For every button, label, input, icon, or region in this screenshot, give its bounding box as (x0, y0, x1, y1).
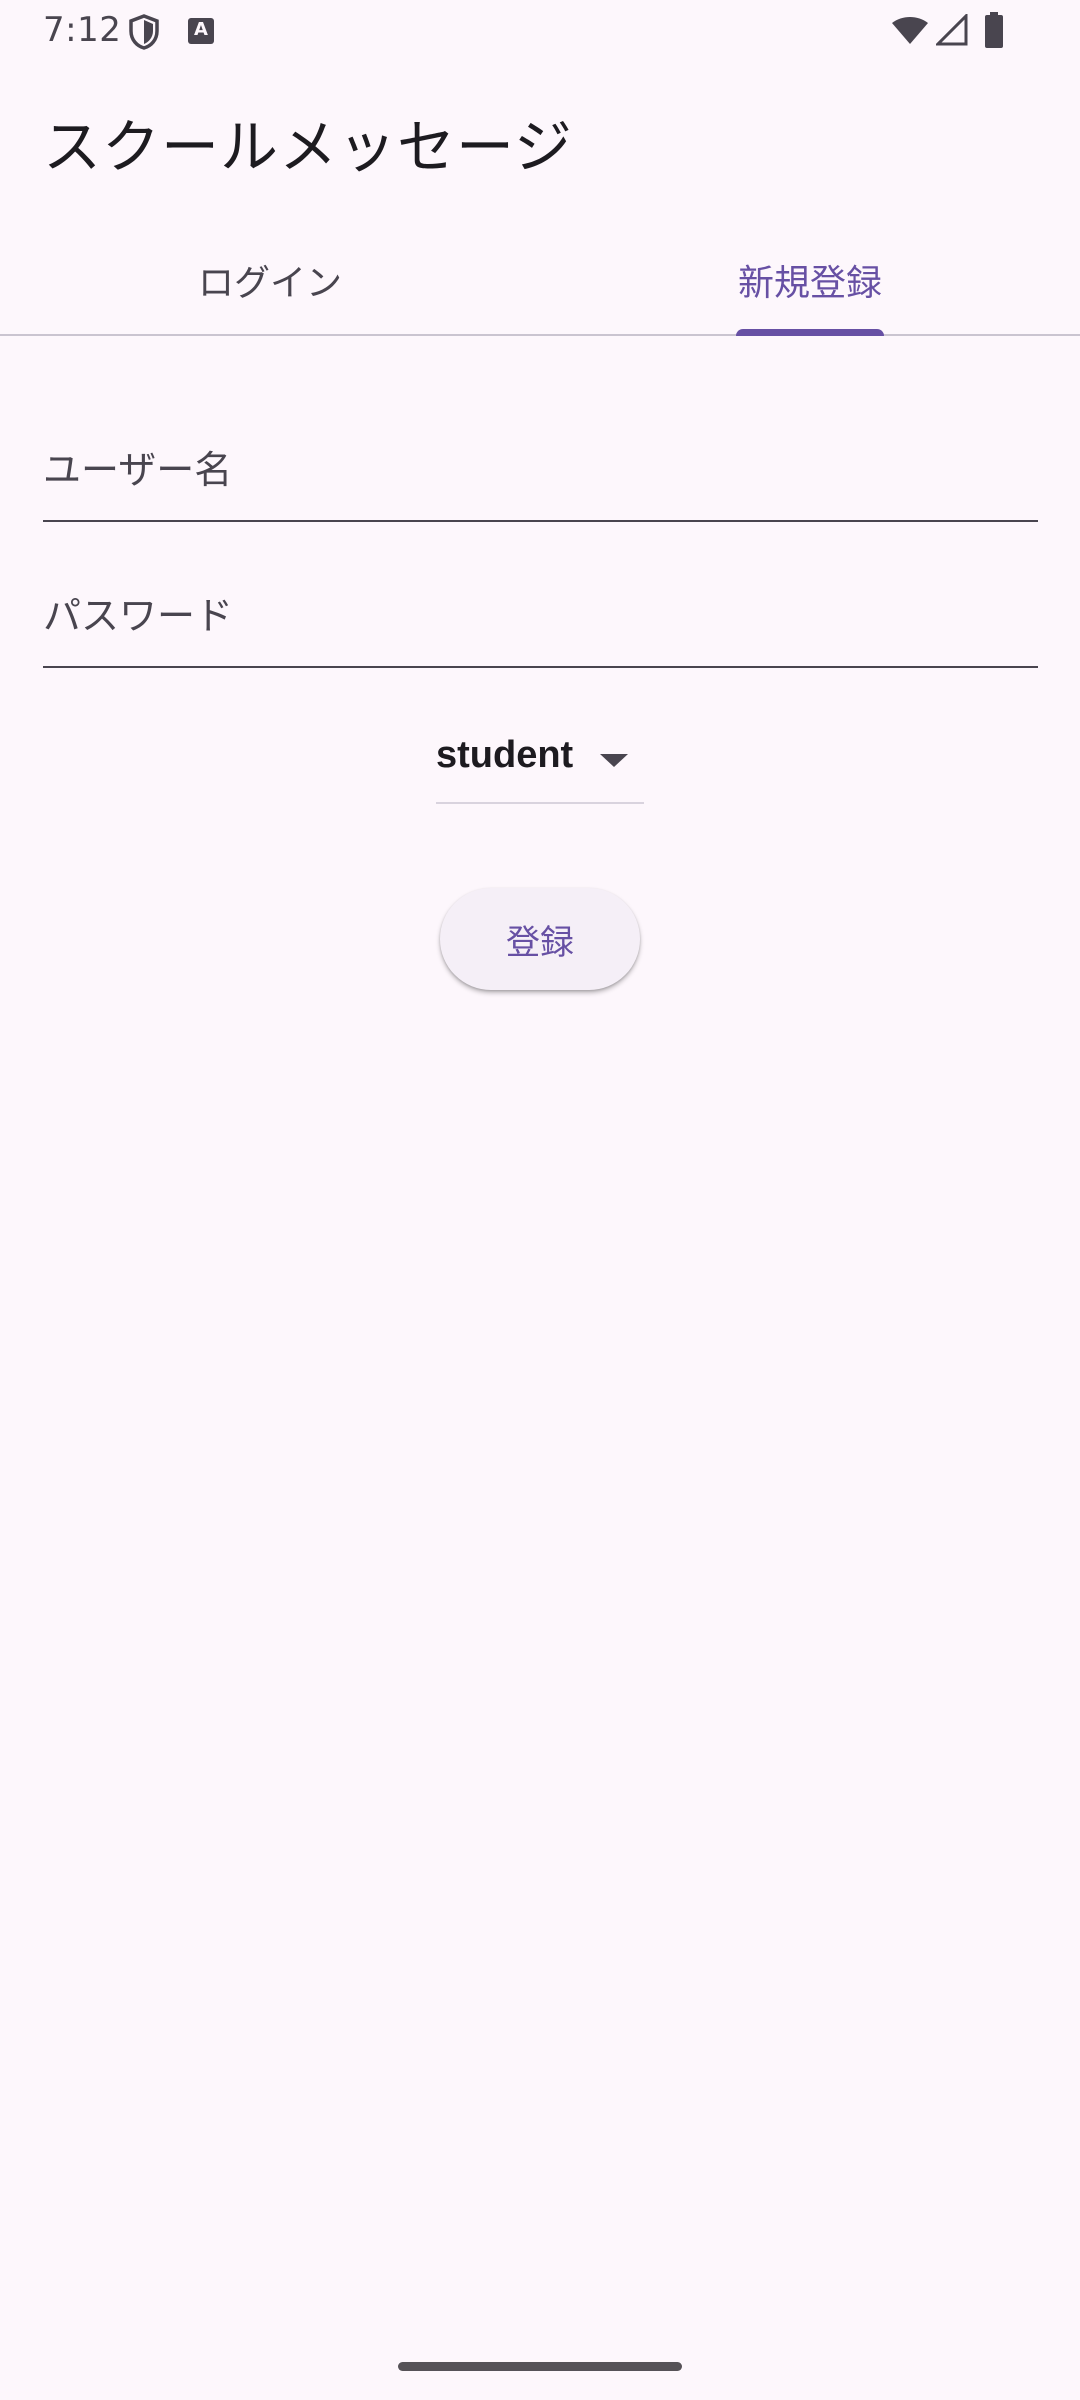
tab-login[interactable]: ログイン (0, 226, 540, 334)
battery-icon (985, 12, 1003, 48)
tab-register-label: 新規登録 (737, 263, 882, 304)
tab-bar: ログイン 新規登録 (0, 226, 1080, 336)
role-dropdown-value: student (436, 734, 574, 776)
password-input[interactable] (43, 586, 1038, 646)
signal-icon (936, 14, 968, 46)
role-dropdown[interactable]: student (436, 728, 644, 804)
password-field (43, 566, 1038, 668)
active-tab-indicator (736, 329, 884, 336)
tab-login-label: ログイン (197, 263, 342, 304)
screen: 7:12 A スクールメッセージ ログイン 新規登録 stu (0, 0, 1080, 2400)
status-time: 7:12 (43, 10, 122, 50)
dropdown-arrow-icon (600, 754, 628, 767)
page-title: スクールメッセージ (43, 113, 573, 181)
tab-register[interactable]: 新規登録 (540, 226, 1080, 336)
username-field (43, 420, 1038, 522)
register-button-label: 登録 (506, 922, 574, 963)
register-button[interactable]: 登録 (440, 888, 640, 990)
status-bar: 7:12 A (0, 0, 1080, 64)
wifi-icon (892, 17, 928, 44)
gesture-nav-handle[interactable] (398, 2362, 682, 2371)
username-input[interactable] (43, 440, 1038, 500)
shield-icon (129, 14, 159, 50)
keyboard-a-icon: A (188, 18, 214, 44)
